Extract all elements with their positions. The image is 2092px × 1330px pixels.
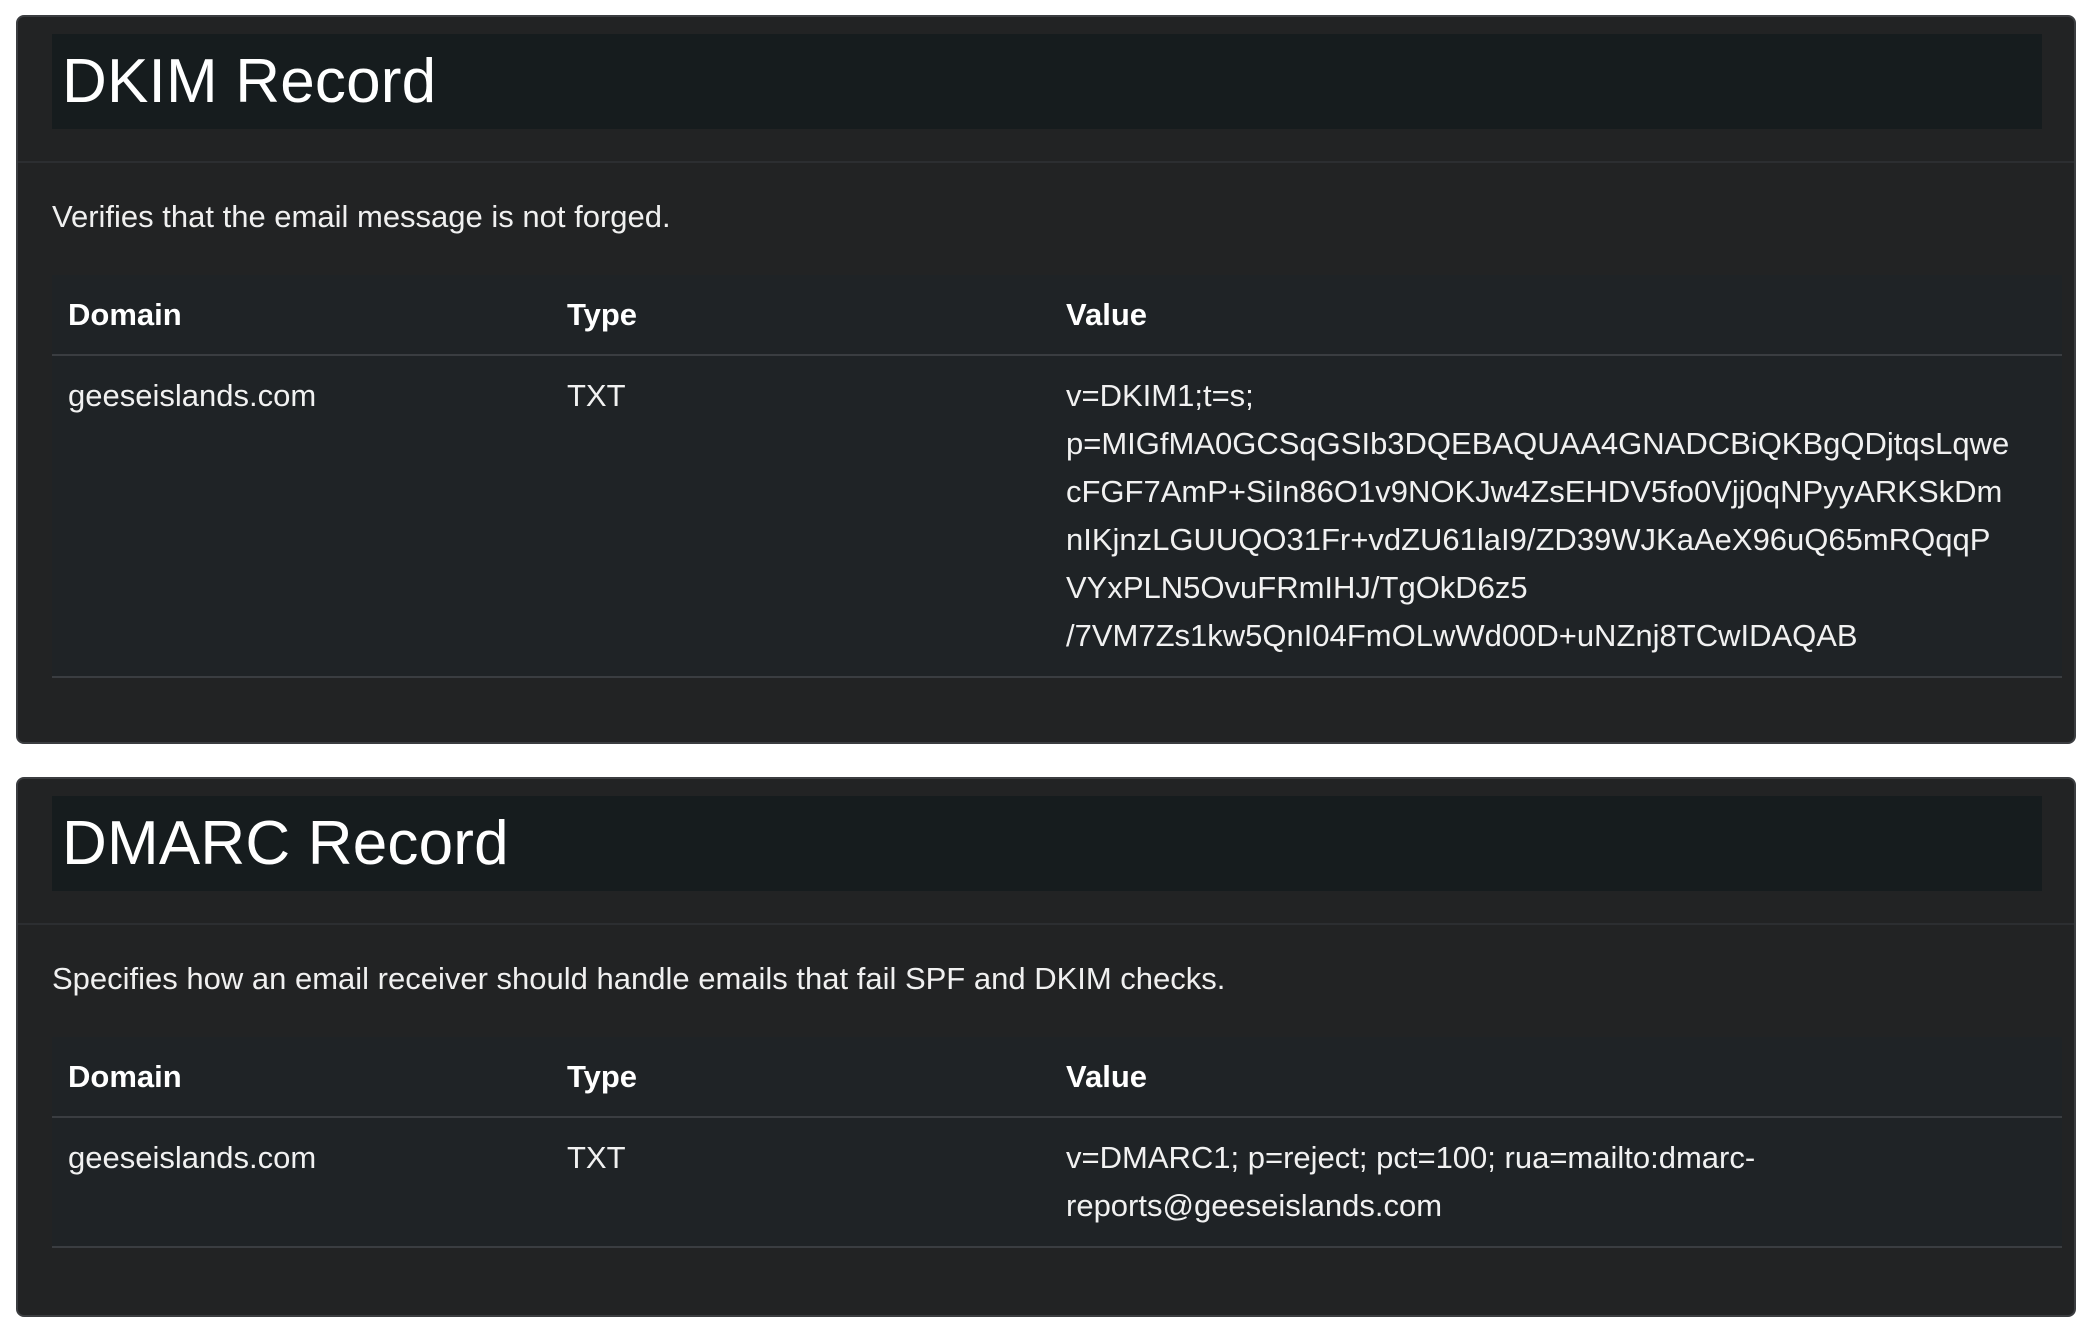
title-band: DKIM Record [52, 34, 2042, 129]
dkim-record-table: Domain Type Value geeseislands.com TXT v… [52, 275, 2062, 678]
column-header-type: Type [567, 296, 638, 332]
dmarc-title: DMARC Record [62, 809, 509, 878]
dkim-title: DKIM Record [62, 47, 437, 116]
column-header-type: Type [567, 1058, 638, 1094]
dkim-description: Verifies that the email message is not f… [52, 199, 671, 234]
value-line: reports@geeseislands.com [1066, 1188, 1443, 1223]
column-header-domain: Domain [68, 1058, 182, 1094]
value-line: v=DMARC1; p=reject; pct=100; rua=mailto:… [1066, 1140, 1756, 1175]
table-row: geeseislands.com TXT v=DMARC1; p=reject;… [52, 1117, 2062, 1247]
type-cell: TXT [567, 1140, 626, 1175]
value-line: VYxPLN5OvuFRmIHJ/TgOkD6z5 [1066, 570, 1528, 605]
column-header-domain: Domain [68, 296, 182, 332]
value-cell: v=DKIM1;t=s; p=MIGfMA0GCSqGSIb3DQEBAQUAA… [1050, 355, 2062, 677]
dkim-record-card: DKIM Record Verifies that the email mess… [16, 15, 2076, 744]
dmarc-record-card: DMARC Record Specifies how an email rece… [16, 777, 2076, 1317]
column-header-value: Value [1066, 1058, 1147, 1094]
card-header: DKIM Record [18, 17, 2074, 163]
value-cell: v=DMARC1; p=reject; pct=100; rua=mailto:… [1050, 1117, 2062, 1247]
domain-cell: geeseislands.com [68, 1140, 317, 1175]
domain-cell: geeseislands.com [68, 378, 317, 413]
dmarc-description: Specifies how an email receiver should h… [52, 961, 1226, 996]
value-line: /7VM7Zs1kw5QnI04FmOLwWd00D+uNZnj8TCwIDAQ… [1066, 618, 1858, 653]
value-line: nIKjnzLGUUQO31Fr+vdZU61laI9/ZD39WJKaAeX9… [1066, 522, 1991, 557]
card-header: DMARC Record [18, 779, 2074, 925]
value-line: p=MIGfMA0GCSqGSIb3DQEBAQUAA4GNADCBiQKBgQ… [1066, 426, 2010, 461]
dmarc-record-table: Domain Type Value geeseislands.com TXT v… [52, 1037, 2062, 1248]
table-header-row: Domain Type Value [52, 1037, 2062, 1117]
value-line: v=DKIM1;t=s; [1066, 378, 1254, 413]
title-band: DMARC Record [52, 796, 2042, 891]
table-row: geeseislands.com TXT v=DKIM1;t=s; p=MIGf… [52, 355, 2062, 677]
column-header-value: Value [1066, 296, 1147, 332]
page: DKIM Record Verifies that the email mess… [0, 0, 2092, 1330]
value-line: cFGF7AmP+SiIn86O1v9NOKJw4ZsEHDV5fo0Vjj0q… [1066, 474, 2003, 509]
type-cell: TXT [567, 378, 626, 413]
table-header-row: Domain Type Value [52, 275, 2062, 355]
